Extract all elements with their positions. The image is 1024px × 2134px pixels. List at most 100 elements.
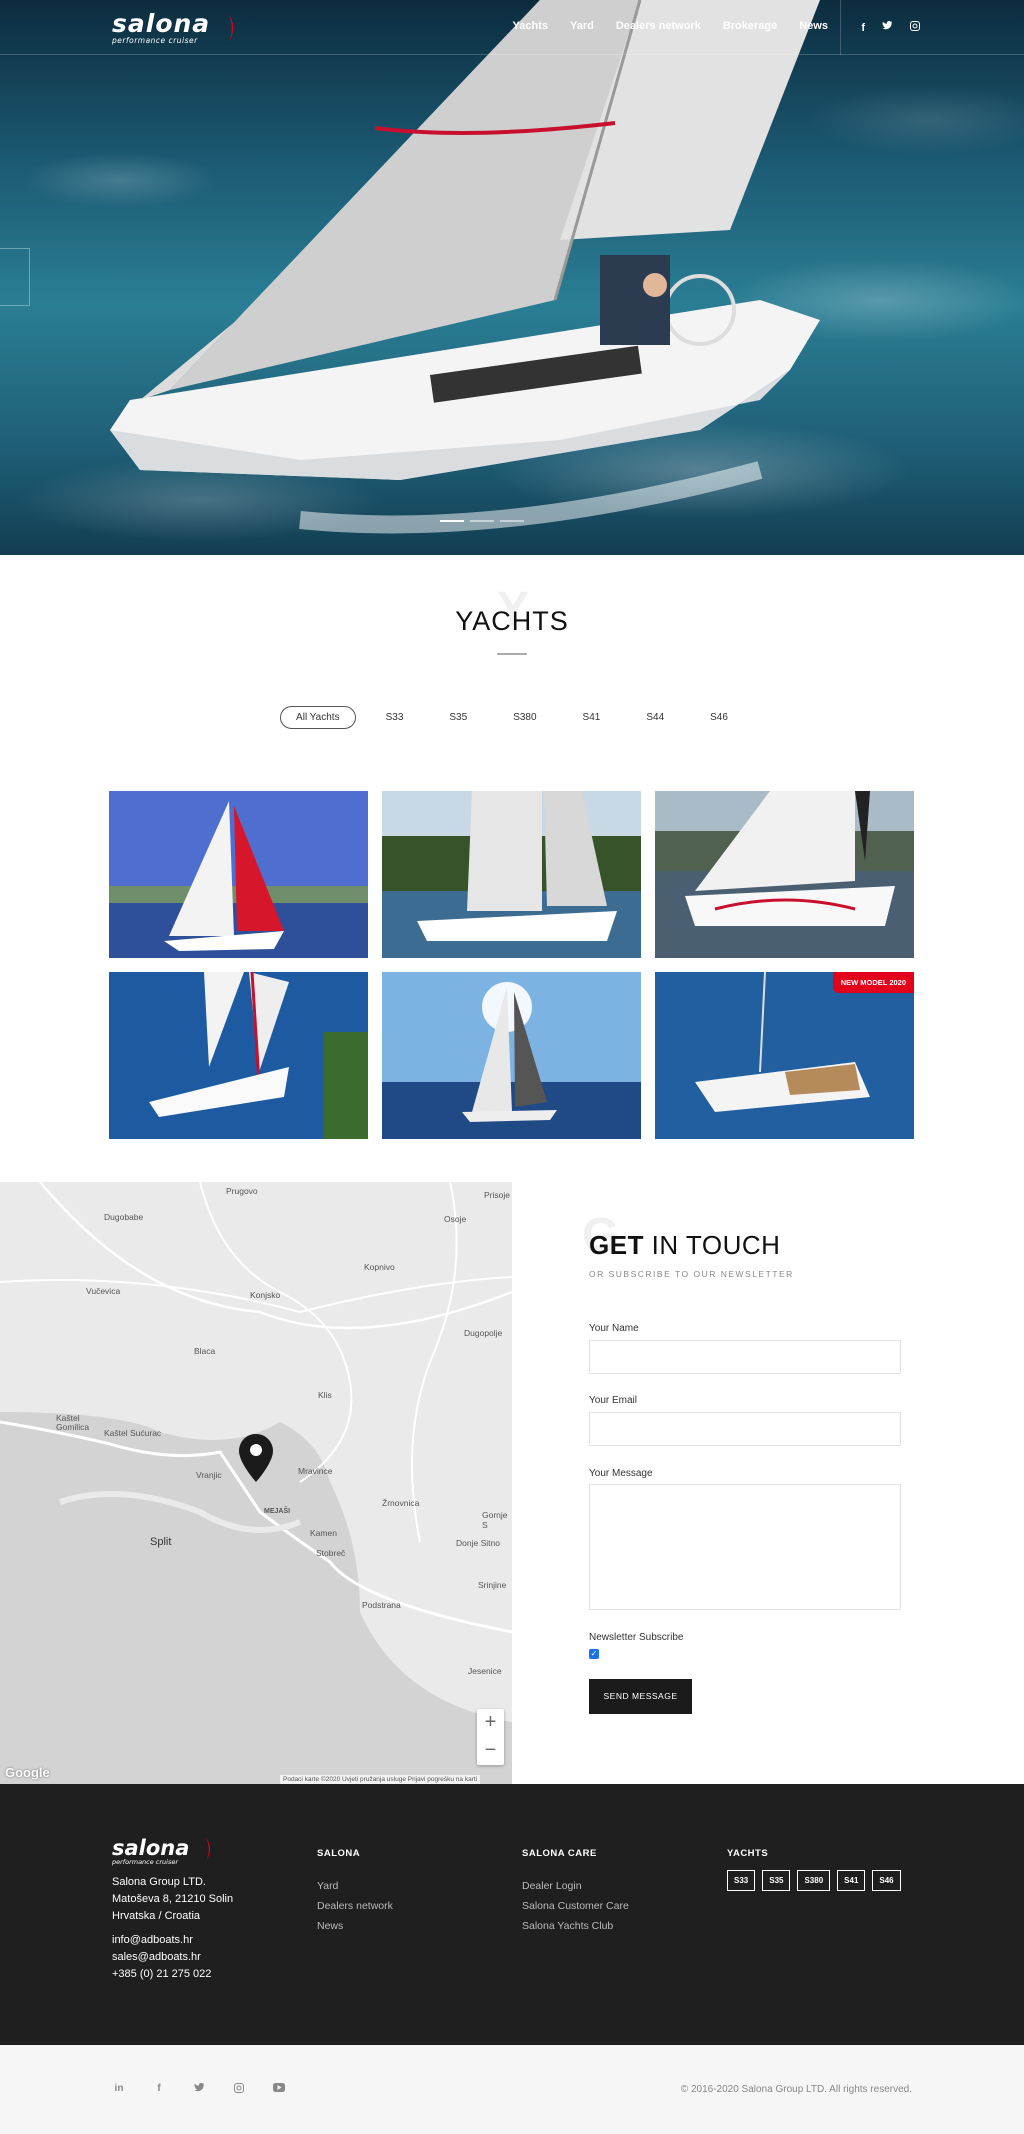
footer-address: Salona Group LTD. Matoševa 8, 21210 Soli… — [112, 1874, 233, 1925]
menu-item-news[interactable]: News — [799, 20, 828, 32]
contact-header: GET IN TOUCH OR SUBSCRIBE TO OUR NEWSLET… — [589, 1230, 901, 1279]
yacht-card[interactable] — [382, 972, 641, 1139]
map-place: Prugovo — [226, 1186, 258, 1196]
menu-item-yard[interactable]: Yard — [570, 20, 594, 32]
instagram-icon[interactable] — [909, 21, 920, 34]
yacht-card[interactable] — [655, 791, 914, 958]
filter-s41[interactable]: S41 — [567, 706, 617, 729]
address-line: Matoševa 8, 21210 Solin — [112, 1893, 234, 1905]
yachts-title: YACHTS — [455, 606, 569, 636]
filter-s380[interactable]: S380 — [497, 706, 552, 729]
map-zoom-controls: + − — [477, 1709, 504, 1765]
map-place: Žrnovnica — [382, 1498, 420, 1508]
filter-s46[interactable]: S46 — [694, 706, 744, 729]
filter-s44[interactable]: S44 — [630, 706, 680, 729]
yacht-photo — [655, 791, 914, 958]
address-line: Salona Group LTD. — [112, 1876, 206, 1888]
footer-chip-s35[interactable]: S35 — [762, 1870, 791, 1891]
map-place: Donje Sitno — [456, 1538, 500, 1548]
map-place: MEJAŠI — [264, 1508, 291, 1515]
facebook-icon[interactable]: f — [152, 2083, 166, 2096]
footer-link-news[interactable]: News — [317, 1920, 393, 1932]
filter-s33[interactable]: S33 — [370, 706, 420, 729]
slider-dot[interactable] — [500, 520, 524, 522]
footer-heading: SALONA CARE — [522, 1848, 597, 1859]
map-footer-notes[interactable]: Podaci karte ©2020 Uvjeti pružanja uslug… — [280, 1775, 481, 1784]
filter-s35[interactable]: S35 — [433, 706, 483, 729]
twitter-icon[interactable] — [882, 20, 893, 34]
title-divider — [497, 653, 527, 655]
address-line: Hrvatska / Croatia — [112, 1910, 201, 1922]
yacht-card[interactable] — [109, 791, 368, 958]
copyright: © 2016-2020 Salona Group LTD. All rights… — [680, 2084, 912, 2095]
facebook-icon[interactable]: f — [861, 22, 865, 34]
email-input[interactable] — [589, 1412, 901, 1446]
linkedin-icon[interactable]: in — [112, 2083, 126, 2096]
youtube-icon[interactable] — [272, 2083, 286, 2096]
menu-item-brokerage[interactable]: Brokerage — [723, 20, 777, 32]
footer-chip-s33[interactable]: S33 — [727, 1870, 756, 1891]
map-place: Kopnivo — [364, 1262, 395, 1272]
yacht-card[interactable] — [109, 972, 368, 1139]
twitter-icon[interactable] — [192, 2082, 206, 2096]
page: salona performance cruiser Yachts Yard D… — [0, 0, 1024, 2134]
map-marker-icon[interactable] — [239, 1434, 273, 1482]
footer-logo-tagline: performance cruiser — [112, 1858, 179, 1866]
bottom-social: in f — [112, 2082, 286, 2096]
zoom-out-button[interactable]: − — [477, 1737, 504, 1765]
map-place: Dugobabe — [104, 1212, 144, 1222]
yacht-card[interactable]: NEW MODEL 2020 — [655, 972, 914, 1139]
map-place: Klis — [318, 1390, 332, 1400]
footer-chip-s46[interactable]: S46 — [872, 1870, 901, 1891]
new-model-badge: NEW MODEL 2020 — [832, 972, 914, 993]
map-place: Stobreč — [316, 1548, 346, 1558]
footer-contacts: info@adboats.hr sales@adboats.hr +385 (0… — [112, 1932, 211, 1983]
menu-item-dealers-network[interactable]: Dealers network — [616, 20, 701, 32]
map-place: Mravince — [298, 1466, 333, 1476]
slider-dots — [440, 520, 524, 522]
filter-all-yachts[interactable]: All Yachts — [280, 706, 356, 729]
yacht-filters: All Yachts S33 S35 S380 S41 S44 S46 — [0, 706, 1024, 729]
map-place: Vučevica — [86, 1286, 121, 1296]
slider-prev-button[interactable] — [0, 248, 30, 306]
slider-dot[interactable] — [440, 520, 464, 522]
footer-link-yard[interactable]: Yard — [317, 1880, 393, 1892]
map-place: Kaštel Sućurac — [104, 1428, 162, 1438]
send-message-button[interactable]: SEND MESSAGE — [589, 1679, 692, 1714]
phone-link[interactable]: +385 (0) 21 275 022 — [112, 1966, 211, 1983]
location-map[interactable]: Prugovo Dugobabe Osoje Prisoje Kopnivo V… — [0, 1182, 512, 1784]
footer-logo[interactable]: salona performance cruiser — [112, 1838, 211, 1866]
footer-chip-s380[interactable]: S380 — [797, 1870, 831, 1891]
map-place: Vranjic — [196, 1470, 222, 1480]
salona-logo[interactable]: salona performance cruiser — [112, 9, 242, 46]
contact-title: GET IN TOUCH — [589, 1230, 901, 1261]
instagram-icon[interactable] — [232, 2083, 246, 2096]
name-input[interactable] — [589, 1340, 901, 1374]
map-place: Osoje — [444, 1214, 467, 1224]
google-logo: Google — [5, 1765, 50, 1780]
footer-link-dealers[interactable]: Dealers network — [317, 1900, 393, 1912]
footer-link-dealer-login[interactable]: Dealer Login — [522, 1880, 629, 1892]
contact-title-rest: IN TOUCH — [643, 1230, 781, 1260]
footer-link-yachts-club[interactable]: Salona Yachts Club — [522, 1920, 629, 1932]
yacht-card[interactable] — [382, 791, 641, 958]
slider-dot[interactable] — [470, 520, 494, 522]
sail-swoosh-icon — [205, 1837, 211, 1861]
footer-col-yachts: YACHTS S33 S35 S380 S41 S46 — [727, 1848, 901, 1891]
sales-email-link[interactable]: sales@adboats.hr — [112, 1949, 211, 1966]
logo-wordmark: salona — [112, 9, 211, 38]
email-label: Your Email — [589, 1395, 637, 1406]
header-social: f — [840, 0, 940, 55]
footer-link-customer-care[interactable]: Salona Customer Care — [522, 1900, 629, 1912]
footer-heading: YACHTS — [727, 1848, 769, 1859]
map-place: Dugopolje — [464, 1328, 503, 1338]
newsletter-checkbox[interactable]: ✓ — [589, 1649, 599, 1659]
footer-chip-s41[interactable]: S41 — [837, 1870, 866, 1891]
info-email-link[interactable]: info@adboats.hr — [112, 1932, 211, 1949]
map-place: Blaca — [194, 1346, 216, 1356]
menu-item-yachts[interactable]: Yachts — [513, 20, 548, 32]
logo-tagline: performance cruiser — [112, 36, 198, 45]
message-textarea[interactable] — [589, 1484, 901, 1610]
zoom-in-button[interactable]: + — [477, 1709, 504, 1737]
map-canvas — [0, 1182, 512, 1784]
